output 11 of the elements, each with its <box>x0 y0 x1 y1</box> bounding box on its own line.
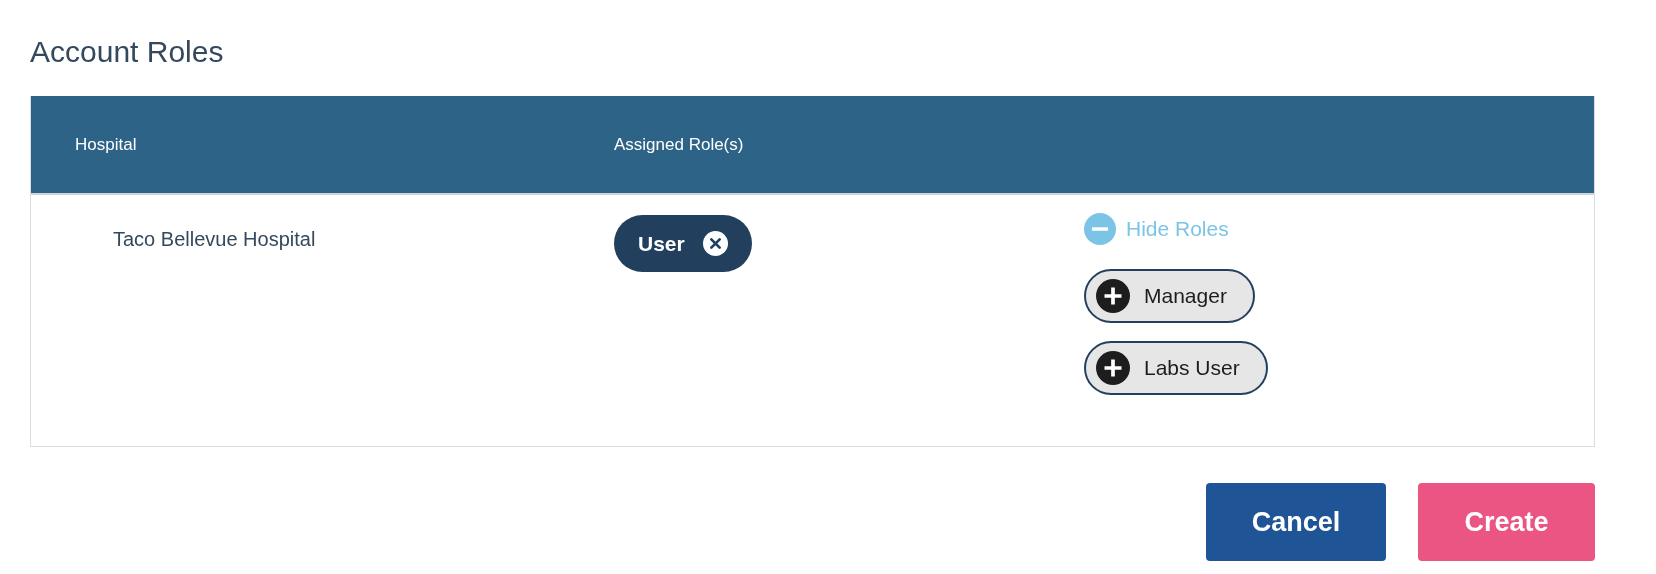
cancel-button[interactable]: Cancel <box>1206 483 1386 561</box>
section-title: Account Roles <box>30 34 225 70</box>
plus-icon <box>1096 351 1130 385</box>
column-header: Assigned Role(s) <box>614 134 745 155</box>
column-header: Hospital <box>74 134 138 155</box>
add-role-button[interactable]: Manager <box>1084 269 1255 323</box>
remove-icon[interactable] <box>702 231 728 256</box>
hospital-name: Taco Bellevue Hospital <box>112 228 316 251</box>
add-role-button[interactable]: Labs User <box>1084 341 1268 395</box>
role-chip[interactable]: User <box>614 215 752 272</box>
plus-icon <box>1096 279 1130 313</box>
